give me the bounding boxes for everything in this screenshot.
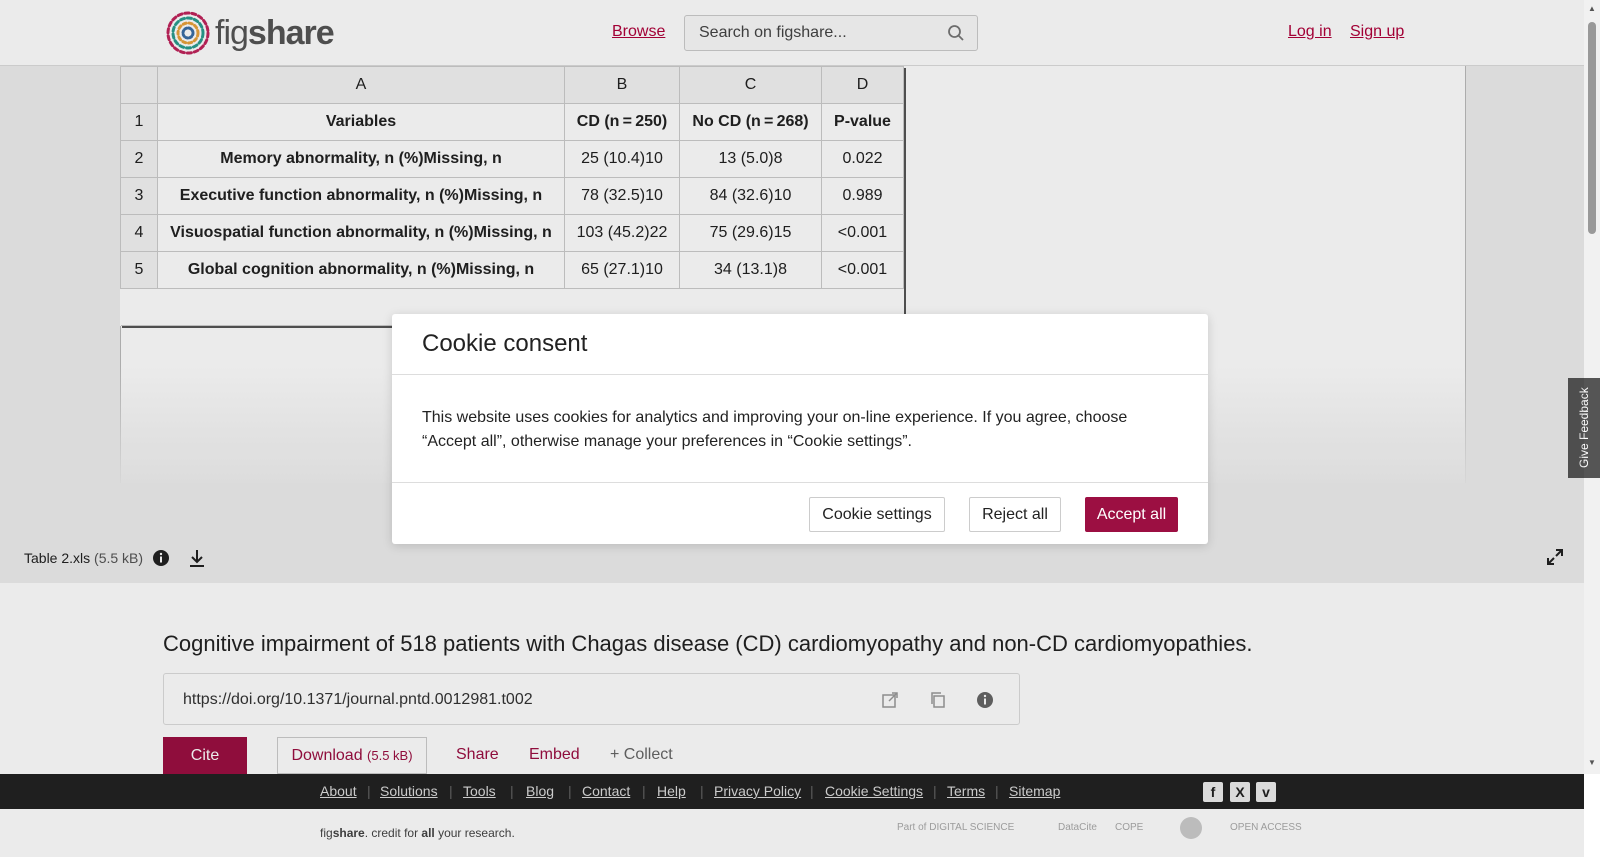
dialog-body: This website uses cookies for analytics … — [422, 409, 1128, 450]
scroll-up-icon[interactable]: ▲ — [1588, 4, 1596, 13]
dialog-title: Cookie consent — [422, 330, 588, 357]
scroll-thumb[interactable] — [1588, 22, 1596, 234]
scroll-down-icon[interactable]: ▼ — [1588, 758, 1596, 767]
cookie-settings-button[interactable]: Cookie settings — [809, 497, 945, 532]
accept-all-button[interactable]: Accept all — [1085, 497, 1178, 532]
cookie-consent-dialog: Cookie consent This website uses cookies… — [392, 314, 1208, 544]
reject-all-button[interactable]: Reject all — [969, 497, 1061, 532]
divider — [392, 482, 1208, 483]
divider — [392, 374, 1208, 375]
